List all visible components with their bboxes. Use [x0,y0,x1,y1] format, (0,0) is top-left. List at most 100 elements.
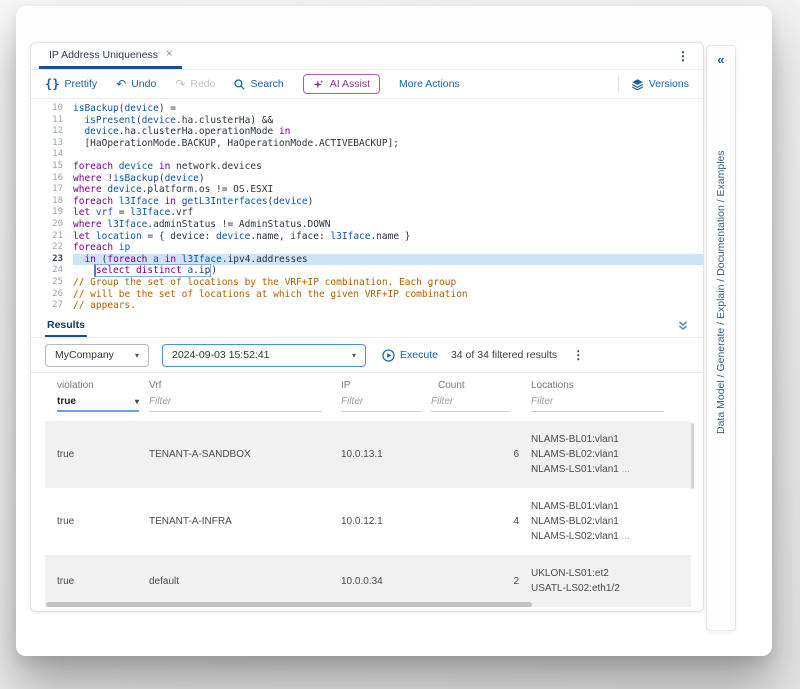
prettify-button[interactable]: {} Prettify [45,78,97,90]
column-header-violation[interactable]: violation [57,380,149,391]
search-label: Search [250,78,283,90]
location-line: NLAMS-BL01:vlan1 [531,432,681,447]
code-line-text[interactable]: // will be the set of locations at which… [73,289,703,301]
code-line[interactable]: 22foreach ip [31,242,703,254]
code-line-text[interactable]: let vrf = l3Iface.vrf [73,207,703,219]
count-filter-input[interactable] [431,396,510,412]
caret-down-icon: ▾ [135,351,139,360]
search-button[interactable]: Search [234,78,283,90]
code-line[interactable]: 21let location = { device: device.name, … [31,231,703,243]
code-line-text[interactable]: select distinct a.ip) [73,265,703,277]
code-line[interactable]: 11 isPresent(device.ha.clusterHa) && [31,115,703,127]
code-line-text[interactable]: where !isBackup(device) [73,173,703,185]
code-token: where [73,219,102,230]
results-collapse-button[interactable] [677,320,689,332]
violation-filter-select[interactable]: true ▾ [57,396,139,412]
query-editor-panel: IP Address Uniqueness × ⋮ {} Prettify ↶ … [30,42,704,612]
code-token: // will be the set of locations at which… [73,289,468,300]
execute-button[interactable]: Execute [382,349,438,362]
table-row[interactable]: truedefault10.0.0.342UKLON-LS01:et2USATL… [45,555,691,607]
code-line[interactable]: 27// appears. [31,300,703,312]
collapse-panel-icon[interactable]: « [707,52,735,67]
code-line[interactable]: 13 [HaOperationMode.BACKUP, HaOperationM… [31,138,703,150]
code-line-text[interactable]: foreach l3Iface in getL3Interfaces(devic… [73,196,703,208]
code-token: ! [102,173,113,184]
results-kebab-icon[interactable]: ⋮ [572,348,584,362]
code-line-text[interactable]: where device.platform.os != OS.ESXI [73,184,703,196]
code-token: foreach [73,196,113,207]
code-token: l3Iface [107,219,147,230]
location-line: NLAMS-BL02:vlan1 [531,447,681,462]
code-line[interactable]: 20where l3Iface.adminStatus != AdminStat… [31,219,703,231]
table-row[interactable]: trueTENANT-A-INFRA10.0.12.14NLAMS-BL01:v… [45,488,691,555]
network-select-value: MyCompany [55,349,114,361]
snapshot-select[interactable]: 2024-09-03 15:52:41 ▾ [162,344,366,367]
code-line[interactable]: 15foreach device in network.devices [31,161,703,173]
code-line-text[interactable] [73,149,703,161]
code-line[interactable]: 12 device.ha.clusterHa.operationMode in [31,126,703,138]
ip-cell: 10.0.12.1 [341,516,431,527]
tab-close-icon[interactable]: × [166,49,172,60]
code-line[interactable]: 17where device.platform.os != OS.ESXI [31,184,703,196]
code-line[interactable]: 14 [31,149,703,161]
code-line-text[interactable]: isPresent(device.ha.clusterHa) && [73,115,703,127]
code-line-text[interactable]: isBackup(device) = [73,103,703,115]
code-token: isBackup [73,103,119,114]
code-token: l3Iface [130,207,170,218]
horizontal-scrollbar[interactable] [46,602,532,607]
locations-more-link[interactable]: ... [622,531,630,542]
code-token: where [73,173,102,184]
code-line[interactable]: 25// Group the set of locations by the V… [31,277,703,289]
code-line[interactable]: 26// will be the set of locations at whi… [31,289,703,301]
table-row[interactable]: trueTENANT-A-SANDBOX10.0.13.16NLAMS-BL01… [45,421,691,488]
code-line[interactable]: 10isBackup(device) = [31,103,703,115]
code-line-text[interactable]: // appears. [73,300,703,312]
code-line-text[interactable]: // Group the set of locations by the VRF… [73,277,703,289]
toolbar-right-group: Versions [618,76,689,92]
code-line[interactable]: 24 select distinct a.ip) [31,265,703,277]
code-token: ) = [159,103,176,114]
ip-filter-input[interactable] [341,396,422,412]
vrf-filter-input[interactable] [149,396,322,412]
locations-cell: UKLON-LS01:et2USATL-LS02:eth1/2 [531,566,681,596]
code-line-text[interactable]: device.ha.clusterHa.operationMode in [73,126,703,138]
code-token: device [107,184,141,195]
code-line-text[interactable]: where l3Iface.adminStatus != AdminStatus… [73,219,703,231]
code-line-text[interactable]: foreach ip [73,242,703,254]
location-line: NLAMS-BL02:vlan1 [531,514,681,529]
ai-assist-button[interactable]: AI Assist [303,74,380,94]
column-header-locations[interactable]: Locations [531,380,679,391]
code-line-text[interactable]: foreach device in network.devices [73,161,703,173]
code-line[interactable]: 19let vrf = l3Iface.vrf [31,207,703,219]
undo-button[interactable]: ↶ Undo [116,78,156,90]
assist-panel-tabs-label[interactable]: Data Model / Generate / Explain / Docume… [707,72,735,434]
results-tab[interactable]: Results [45,315,87,337]
locations-filter-input[interactable] [531,396,664,412]
column-header-count[interactable]: Count [431,380,519,391]
code-line[interactable]: 16where !isBackup(device) [31,173,703,185]
versions-button[interactable]: Versions [631,78,689,91]
code-token: = { device: [142,231,216,242]
code-line[interactable]: 18foreach l3Iface in getL3Interfaces(dev… [31,196,703,208]
tabbar-kebab-icon[interactable]: ⋮ [677,49,689,63]
column-header-ip[interactable]: IP [341,380,431,391]
filtered-results-count: 34 of 34 filtered results [451,349,557,361]
code-editor[interactable]: 10isBackup(device) =11 isPresent(device.… [31,99,703,315]
network-select[interactable]: MyCompany ▾ [45,344,149,367]
code-token: device [216,231,250,242]
vertical-scrollbar[interactable] [691,423,694,489]
column-header-vrf[interactable]: Vrf [149,380,341,391]
count-cell: 4 [431,516,519,527]
more-actions-button[interactable]: More Actions [399,78,460,90]
code-line-text[interactable]: [HaOperationMode.BACKUP, HaOperationMode… [73,138,703,150]
search-icon [234,79,245,90]
code-token: in [84,254,95,265]
locations-more-link[interactable]: ... [622,464,630,475]
locations-cell: NLAMS-BL01:vlan1NLAMS-BL02:vlan1NLAMS-LS… [531,499,681,544]
code-lines: 10isBackup(device) =11 isPresent(device.… [31,103,703,312]
assist-side-strip[interactable]: « Data Model / Generate / Explain / Docu… [706,45,736,631]
code-line-text[interactable]: let location = { device: device.name, if… [73,231,703,243]
code-token: l3Iface [182,254,222,265]
versions-layers-icon [631,78,644,91]
tab-ip-address-uniqueness[interactable]: IP Address Uniqueness × [39,43,182,69]
